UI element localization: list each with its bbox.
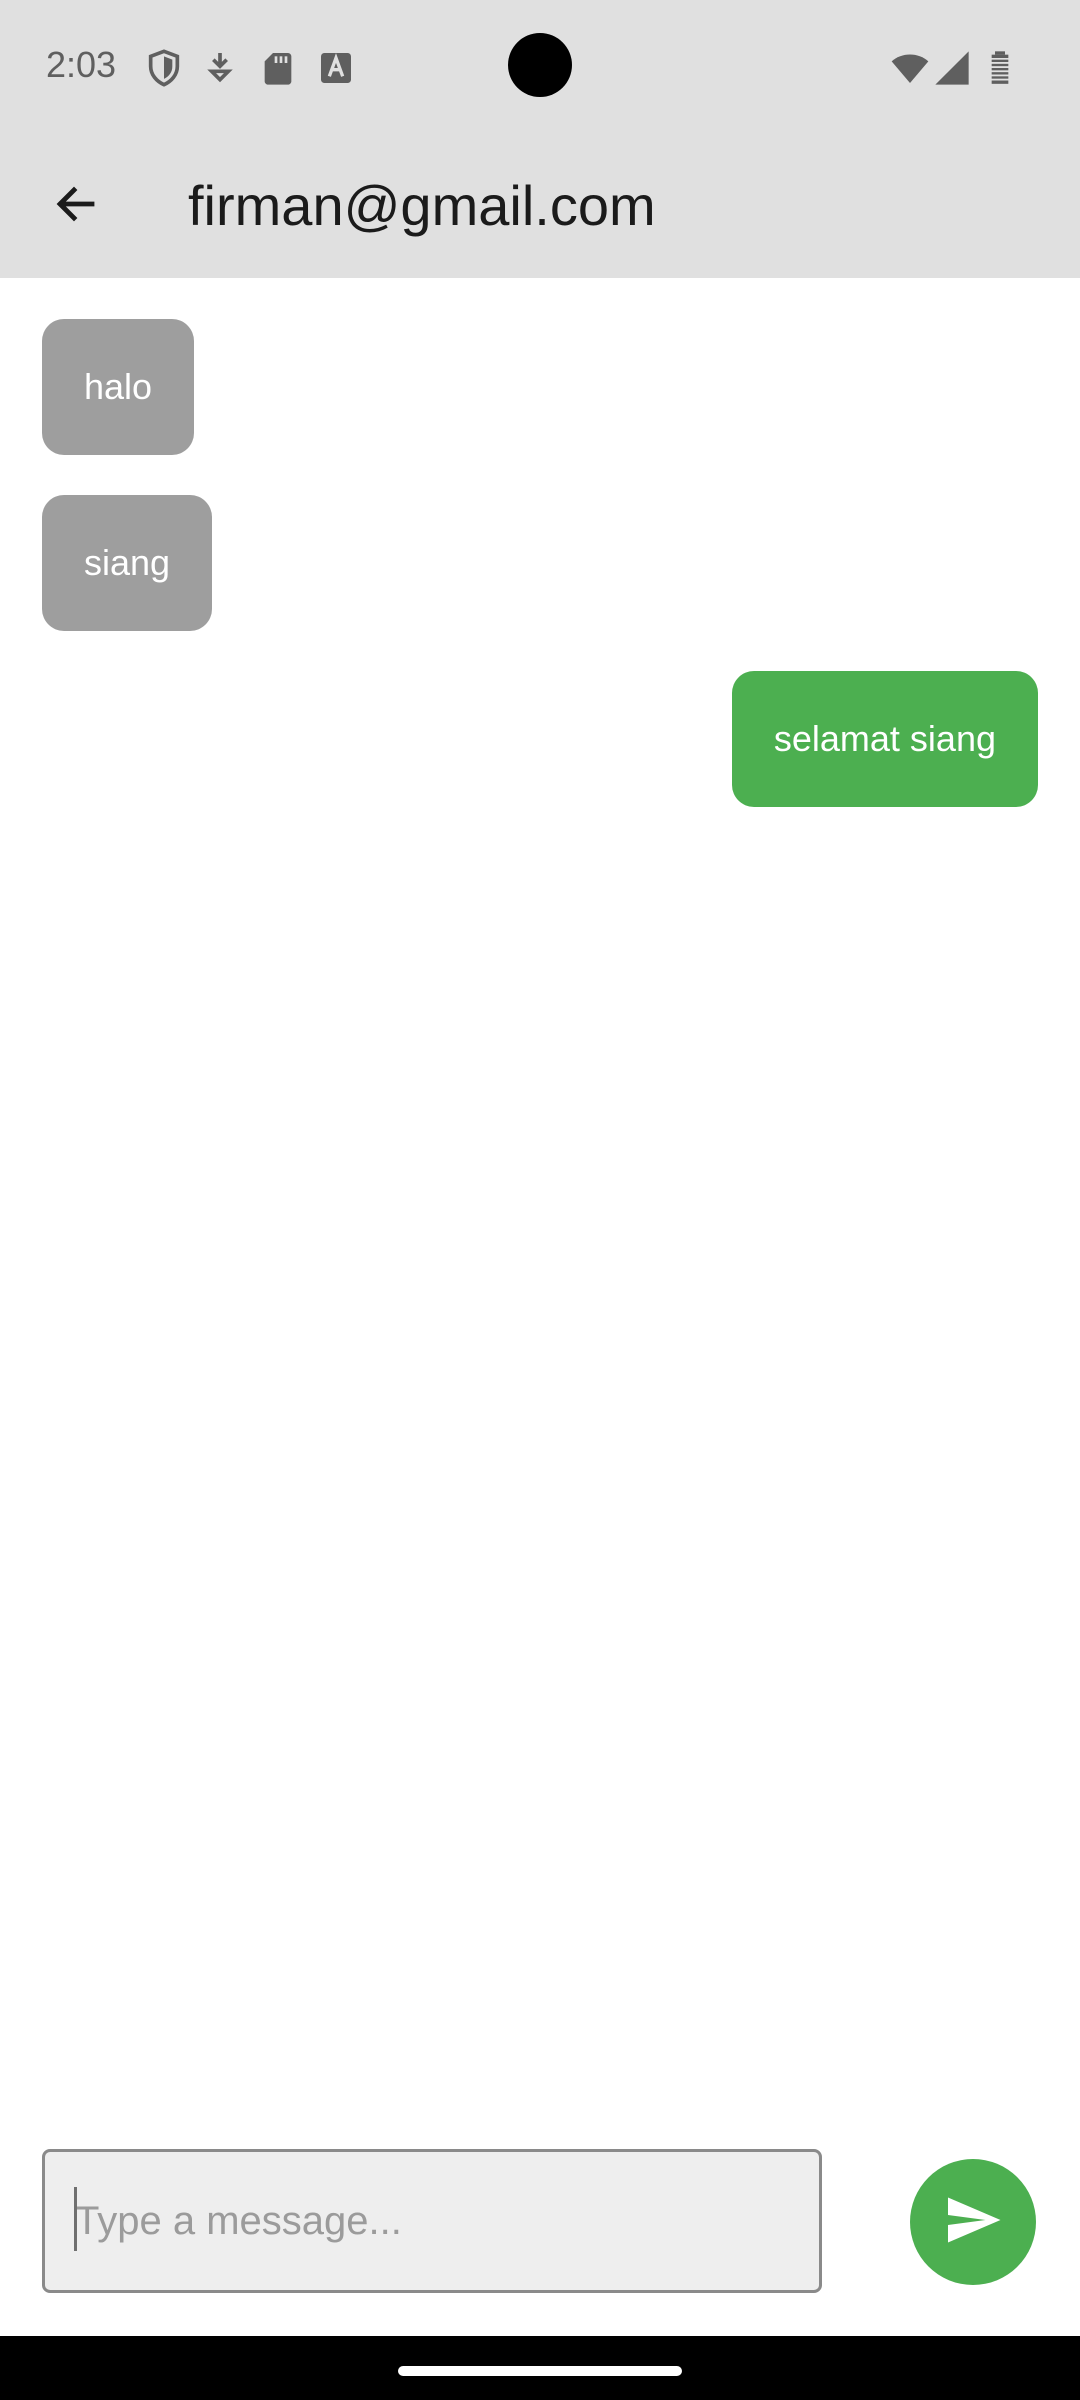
shield-icon bbox=[144, 48, 184, 88]
message-bubble: halo bbox=[42, 319, 195, 455]
message-text: halo bbox=[84, 366, 153, 407]
camera-cutout bbox=[508, 33, 572, 97]
send-button[interactable] bbox=[910, 2159, 1036, 2285]
text-cursor bbox=[74, 2187, 77, 2251]
home-indicator[interactable] bbox=[398, 2366, 682, 2376]
navigation-bar bbox=[0, 2336, 1080, 2400]
send-icon bbox=[943, 2190, 1003, 2255]
page-title: firman@gmail.com bbox=[188, 174, 656, 237]
message-text: siang bbox=[84, 542, 171, 583]
status-bar: 2:03 bbox=[0, 0, 1080, 132]
message-bubble: siang bbox=[42, 495, 213, 631]
sd-card-icon bbox=[258, 48, 298, 88]
arrow-back-icon bbox=[52, 180, 100, 233]
message-bubble: selamat siang bbox=[731, 671, 1038, 807]
chat-screen: 2:03 firman@gmail.com halo siang selamat… bbox=[0, 0, 1080, 2400]
battery-icon bbox=[980, 48, 1020, 88]
cell-signal-icon bbox=[932, 48, 972, 88]
message-list: halo siang selamat siang bbox=[0, 278, 1080, 2128]
back-button[interactable] bbox=[36, 166, 116, 246]
download-icon bbox=[200, 48, 240, 88]
message-input[interactable] bbox=[42, 2149, 822, 2293]
text-a-icon bbox=[316, 48, 356, 88]
status-time: 2:03 bbox=[46, 44, 117, 85]
message-text: selamat siang bbox=[773, 718, 996, 759]
wifi-icon bbox=[890, 48, 930, 88]
app-bar: firman@gmail.com bbox=[0, 132, 1080, 278]
